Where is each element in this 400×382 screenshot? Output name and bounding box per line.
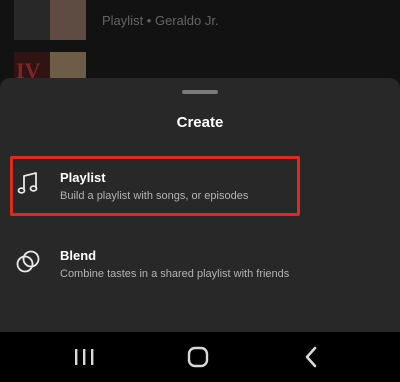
back-icon[interactable] (292, 342, 332, 372)
home-icon[interactable] (178, 342, 218, 372)
option-title: Playlist (60, 170, 106, 185)
recents-icon[interactable] (64, 342, 104, 372)
library-item-subtitle: Playlist • Geraldo Jr. (102, 12, 219, 28)
option-title: Blend (60, 248, 97, 263)
create-playlist-option[interactable]: Playlist Build a playlist with songs, or… (10, 156, 390, 216)
playlist-cover (14, 0, 86, 40)
highlight-box (10, 156, 300, 216)
music-note-icon (17, 172, 38, 194)
option-subtitle: Build a playlist with songs, or episodes (60, 190, 249, 202)
android-nav-bar (0, 332, 400, 382)
screen: Playlist • Geraldo Jr. IV Create Playlis… (0, 0, 400, 382)
sheet-title: Create (176, 114, 224, 131)
drag-handle[interactable] (182, 90, 218, 94)
blend-circles-icon (16, 250, 40, 273)
library-item[interactable]: Playlist • Geraldo Jr. (14, 0, 219, 40)
option-subtitle: Combine tastes in a shared playlist with… (60, 268, 290, 280)
create-bottom-sheet: Create Playlist Build a playlist with so… (0, 78, 400, 332)
create-blend-option[interactable]: Blend Combine tastes in a shared playlis… (10, 234, 390, 292)
background-library-list: Playlist • Geraldo Jr. IV (0, 0, 400, 100)
